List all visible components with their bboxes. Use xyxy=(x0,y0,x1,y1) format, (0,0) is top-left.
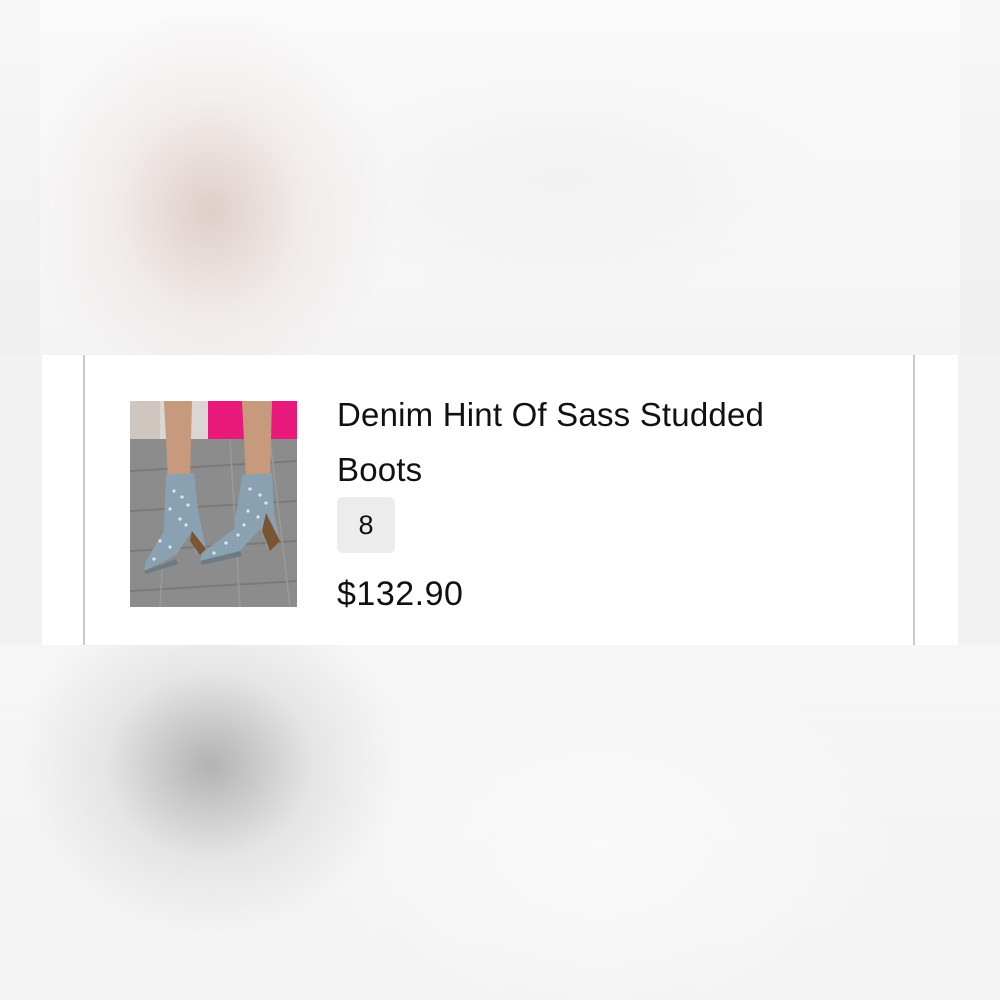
blurred-background-top xyxy=(0,0,1000,355)
product-title[interactable]: Denim Hint Of Sass Studded Boots xyxy=(337,387,857,497)
cart-item-card[interactable]: Denim Hint Of Sass Studded Boots 8 $132.… xyxy=(83,355,915,645)
blurred-background-bottom xyxy=(0,645,1000,1000)
product-price: $132.90 xyxy=(337,575,464,613)
screenshot-canvas: Denim Hint Of Sass Studded Boots 8 $132.… xyxy=(0,0,1000,1000)
product-image[interactable] xyxy=(130,401,297,607)
boots-photo-icon xyxy=(130,401,297,607)
blurred-card-frame xyxy=(40,0,960,355)
cart-strip: Denim Hint Of Sass Studded Boots 8 $132.… xyxy=(0,355,1000,645)
size-badge: 8 xyxy=(337,497,395,553)
